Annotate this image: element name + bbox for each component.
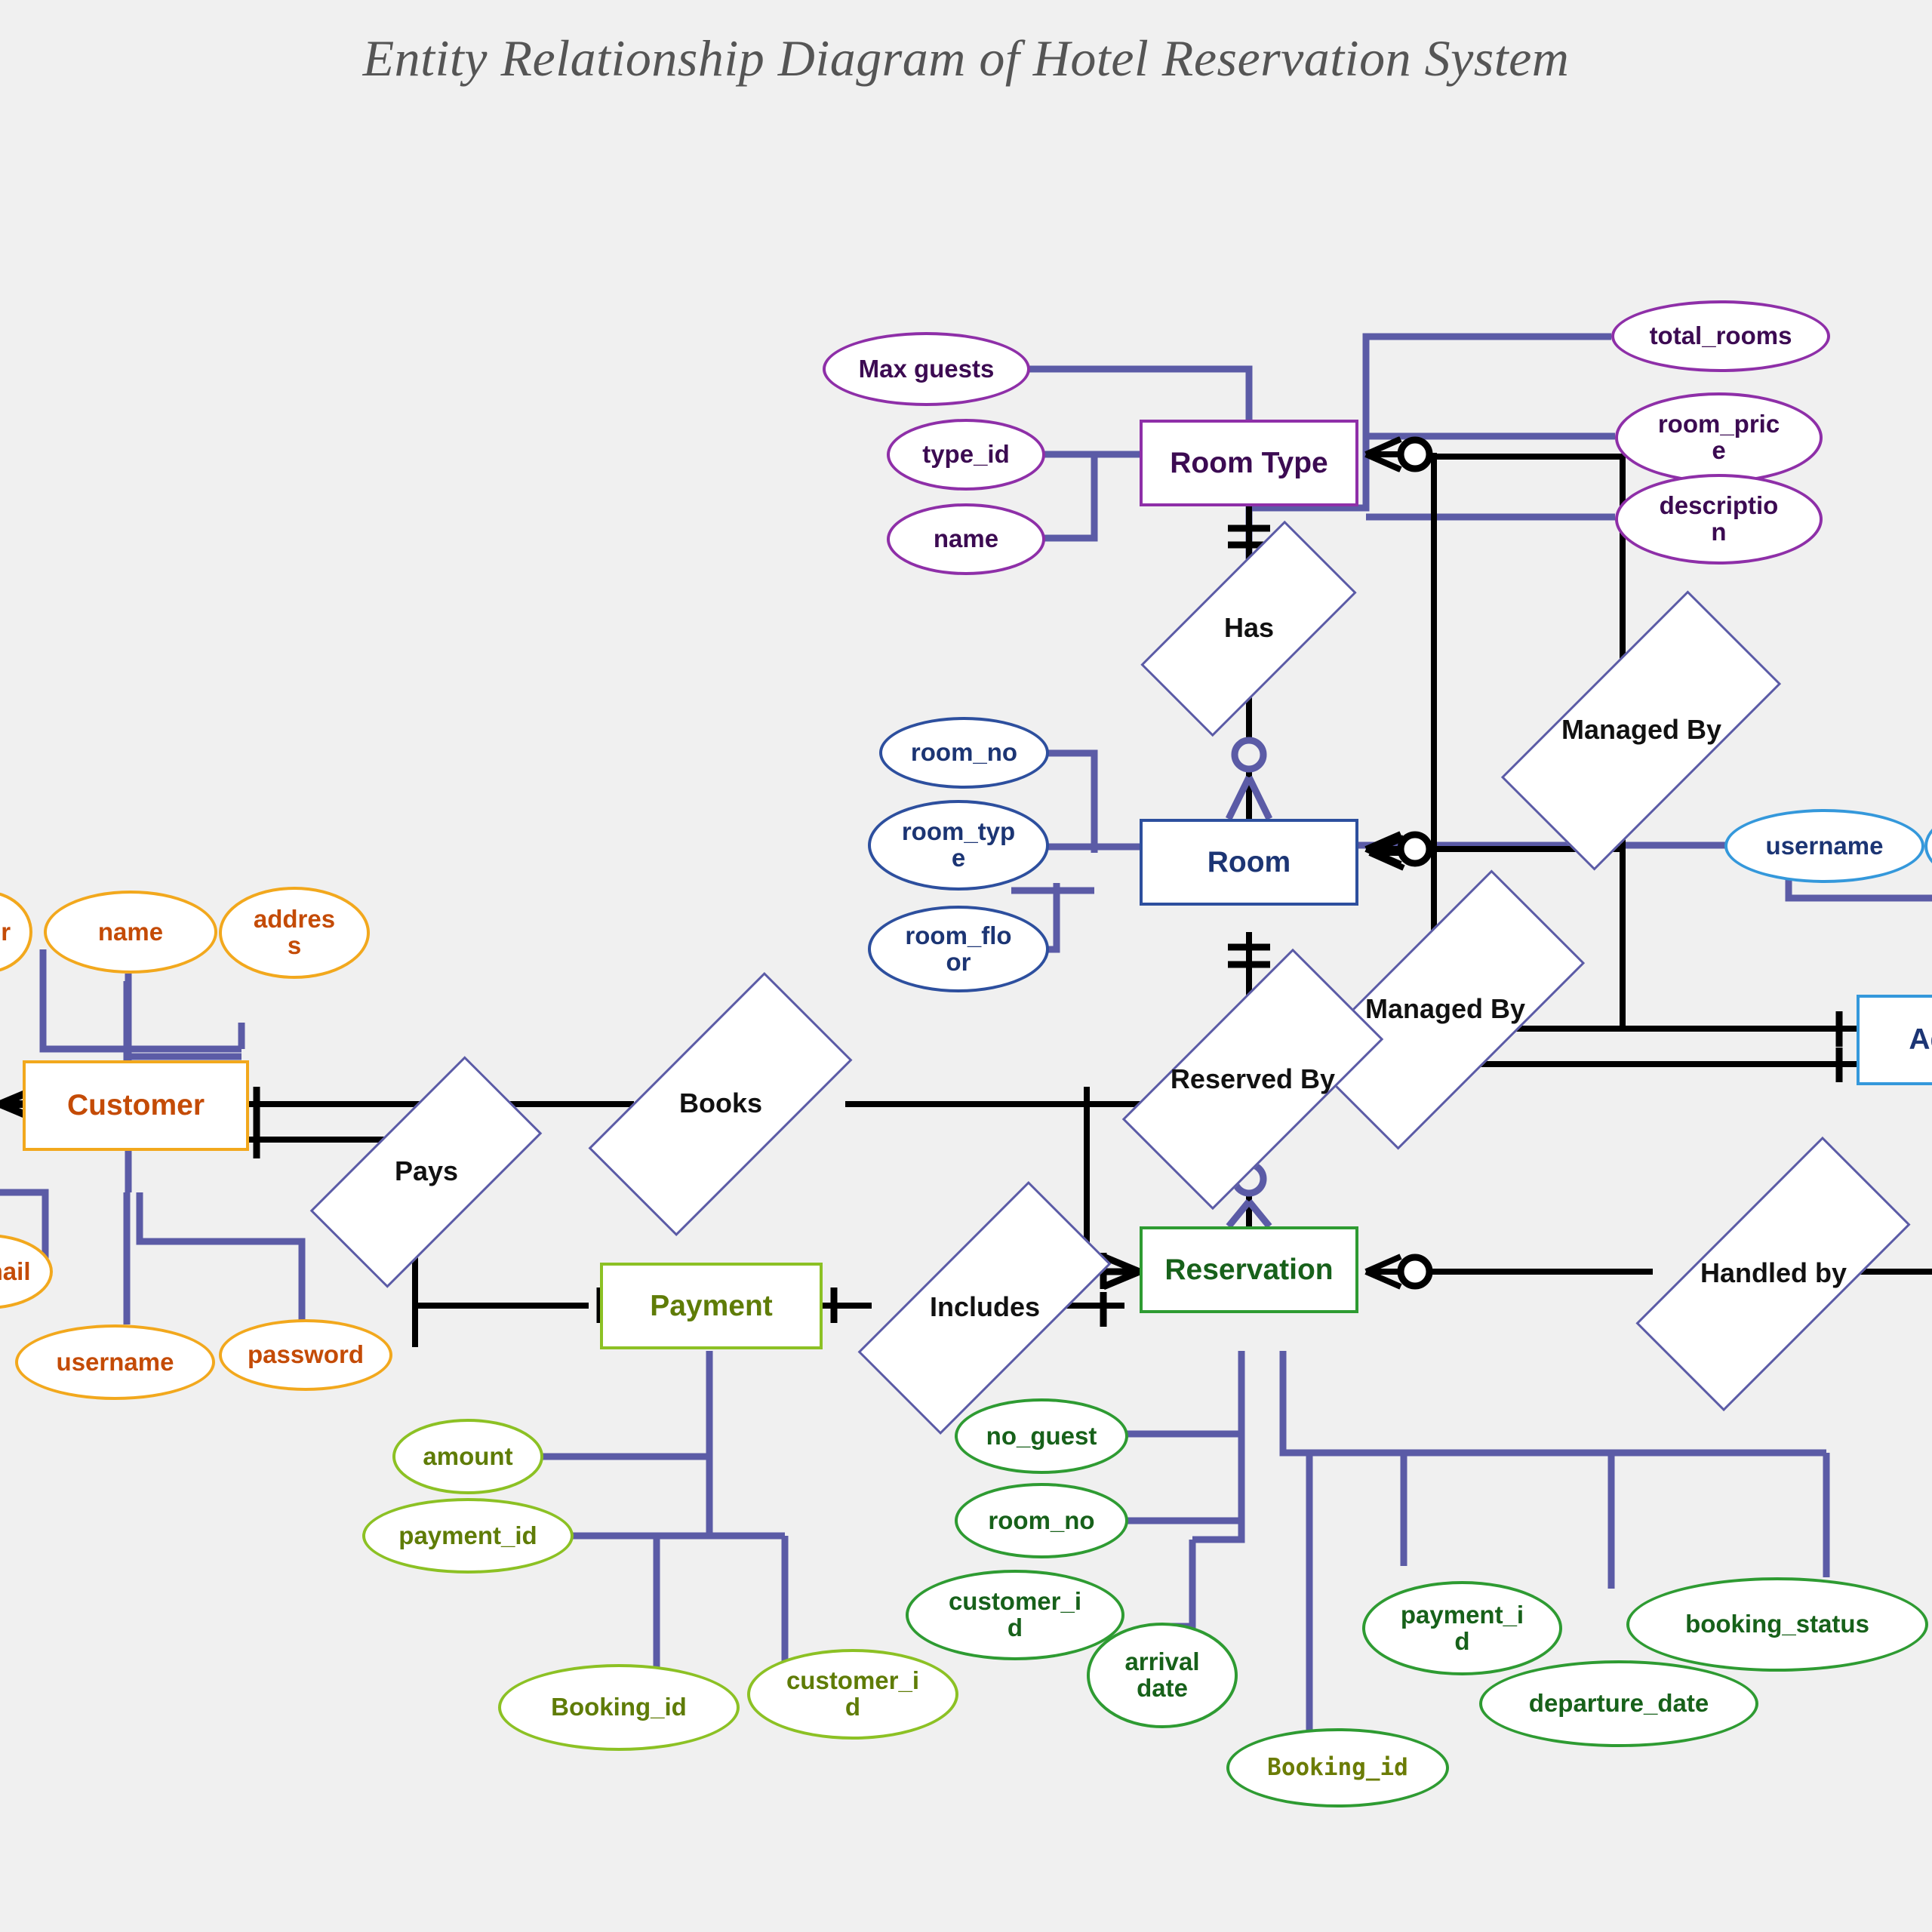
relationship-includes-label: Includes [929, 1291, 1041, 1323]
attribute-reservation-room-no-label: room_no [988, 1506, 1095, 1534]
attribute-total-rooms-label: total_rooms [1649, 321, 1792, 350]
attribute-reservation-room-no[interactable]: room_no [955, 1483, 1128, 1558]
entity-reservation-label: Reservation [1164, 1253, 1334, 1286]
attribute-room-price-label: room_pric e [1657, 410, 1780, 464]
entity-room-type-label: Room Type [1170, 446, 1328, 479]
attribute-reservation-customer-id[interactable]: customer_i d [906, 1570, 1124, 1660]
attribute-payment-booking-id[interactable]: Booking_id [498, 1664, 740, 1751]
entity-reservation[interactable]: Reservation [1140, 1226, 1358, 1313]
attribute-reservation-payment-id-label: payment_i d [1400, 1600, 1524, 1655]
attribute-room-floor-label: room_flo or [905, 921, 1012, 976]
attribute-reservation-no-guest[interactable]: no_guest [955, 1398, 1128, 1474]
relationship-managed-by-1-label: Managed By [1561, 714, 1722, 746]
attribute-payment-customer-id-label: customer_i d [786, 1666, 920, 1721]
attribute-total-rooms[interactable]: total_rooms [1611, 300, 1830, 372]
attribute-name-label: name [933, 525, 999, 553]
entity-room-type[interactable]: Room Type [1140, 420, 1358, 506]
attribute-admin-username-label: username [1765, 831, 1884, 860]
relationship-handled-by[interactable]: Handled by [1635, 1136, 1911, 1412]
attribute-customer-username[interactable]: username [15, 1324, 215, 1400]
attribute-room-type[interactable]: room_typ e [868, 800, 1049, 891]
entity-payment[interactable]: Payment [600, 1263, 823, 1349]
attribute-reservation-payment-id[interactable]: payment_i d [1362, 1581, 1562, 1675]
relationship-has[interactable]: Has [1140, 520, 1357, 737]
attribute-description-label: descriptio n [1659, 491, 1779, 546]
entity-room[interactable]: Room [1140, 819, 1358, 906]
attribute-reservation-departure-date[interactable]: departure_date [1479, 1660, 1758, 1747]
attribute-customer-email[interactable]: mail [0, 1234, 53, 1309]
attribute-room-no[interactable]: room_no [879, 717, 1049, 789]
attribute-payment-id[interactable]: payment_id [362, 1498, 574, 1574]
attribute-description[interactable]: descriptio n [1615, 474, 1823, 565]
attribute-customer-address[interactable]: addres s [219, 887, 370, 979]
attribute-admin-username[interactable]: username [1724, 809, 1924, 883]
page-title: Entity Relationship Diagram of Hotel Res… [362, 29, 1570, 87]
attribute-admin-password[interactable]: p [1924, 809, 1932, 883]
attribute-room-no-label: room_no [910, 738, 1018, 767]
attribute-customer-name-label: name [97, 917, 164, 946]
attribute-reservation-booking-id[interactable]: Booking_id [1226, 1728, 1449, 1807]
attribute-room-price[interactable]: room_pric e [1615, 392, 1823, 483]
entity-customer[interactable]: Customer [23, 1060, 249, 1151]
attribute-reservation-departure-date-label: departure_date [1528, 1689, 1709, 1718]
attribute-reservation-booking-status-label: booking_status [1685, 1610, 1869, 1638]
attribute-reservation-booking-status[interactable]: booking_status [1626, 1577, 1928, 1672]
attribute-reservation-no-guest-label: no_guest [986, 1421, 1097, 1450]
attribute-customer-address-label: addres s [253, 905, 336, 959]
attribute-reservation-arrival-date[interactable]: arrival date [1087, 1623, 1238, 1728]
attribute-name[interactable]: name [887, 503, 1045, 575]
relationship-handled-by-label: Handled by [1700, 1257, 1847, 1289]
attribute-customer-number-label: er [0, 917, 11, 946]
attribute-reservation-customer-id-label: customer_i d [948, 1587, 1082, 1641]
attribute-payment-customer-id[interactable]: customer_i d [747, 1649, 958, 1740]
attribute-customer-number[interactable]: er [0, 891, 32, 974]
attribute-reservation-booking-id-label: Booking_id [1267, 1754, 1408, 1782]
attribute-type-id[interactable]: type_id [887, 419, 1045, 491]
relationship-books[interactable]: Books [588, 971, 853, 1237]
attribute-payment-amount[interactable]: amount [392, 1419, 543, 1494]
attribute-customer-password-label: password [247, 1340, 365, 1369]
attribute-room-type-label: room_typ e [901, 817, 1016, 872]
relationship-includes[interactable]: Includes [857, 1181, 1112, 1435]
attribute-payment-booking-id-label: Booking_id [551, 1693, 687, 1721]
entity-payment-label: Payment [650, 1289, 773, 1322]
entity-room-label: Room [1207, 845, 1291, 878]
attribute-reservation-arrival-date-label: arrival date [1124, 1647, 1200, 1702]
er-diagram-canvas: Entity Relationship Diagram of Hotel Res… [0, 0, 1932, 1932]
attribute-type-id-label: type_id [922, 440, 1010, 469]
relationship-books-label: Books [678, 1088, 763, 1119]
attribute-customer-username-label: username [56, 1347, 174, 1376]
entity-customer-label: Customer [66, 1089, 205, 1121]
attribute-payment-id-label: payment_id [398, 1521, 537, 1549]
attribute-max-guests[interactable]: Max guests [823, 332, 1030, 406]
relationship-pays[interactable]: Pays [309, 1056, 543, 1288]
relationship-reserved-by[interactable]: Reserved By [1121, 948, 1384, 1211]
attribute-payment-amount-label: amount [423, 1441, 513, 1470]
entity-admin[interactable]: Admin [1857, 995, 1932, 1085]
entity-admin-label: Admin [1909, 1023, 1932, 1056]
relationship-pays-label: Pays [394, 1155, 459, 1187]
relationship-reserved-by-label: Reserved By [1170, 1063, 1336, 1094]
attribute-customer-email-label: mail [0, 1257, 31, 1285]
attribute-customer-password[interactable]: password [219, 1319, 392, 1391]
relationship-has-label: Has [1223, 612, 1275, 644]
attribute-max-guests-label: Max guests [858, 354, 995, 383]
attribute-room-floor[interactable]: room_flo or [868, 906, 1049, 992]
attribute-customer-name[interactable]: name [44, 891, 217, 974]
relationship-managed-by-1[interactable]: Managed By [1500, 590, 1782, 871]
